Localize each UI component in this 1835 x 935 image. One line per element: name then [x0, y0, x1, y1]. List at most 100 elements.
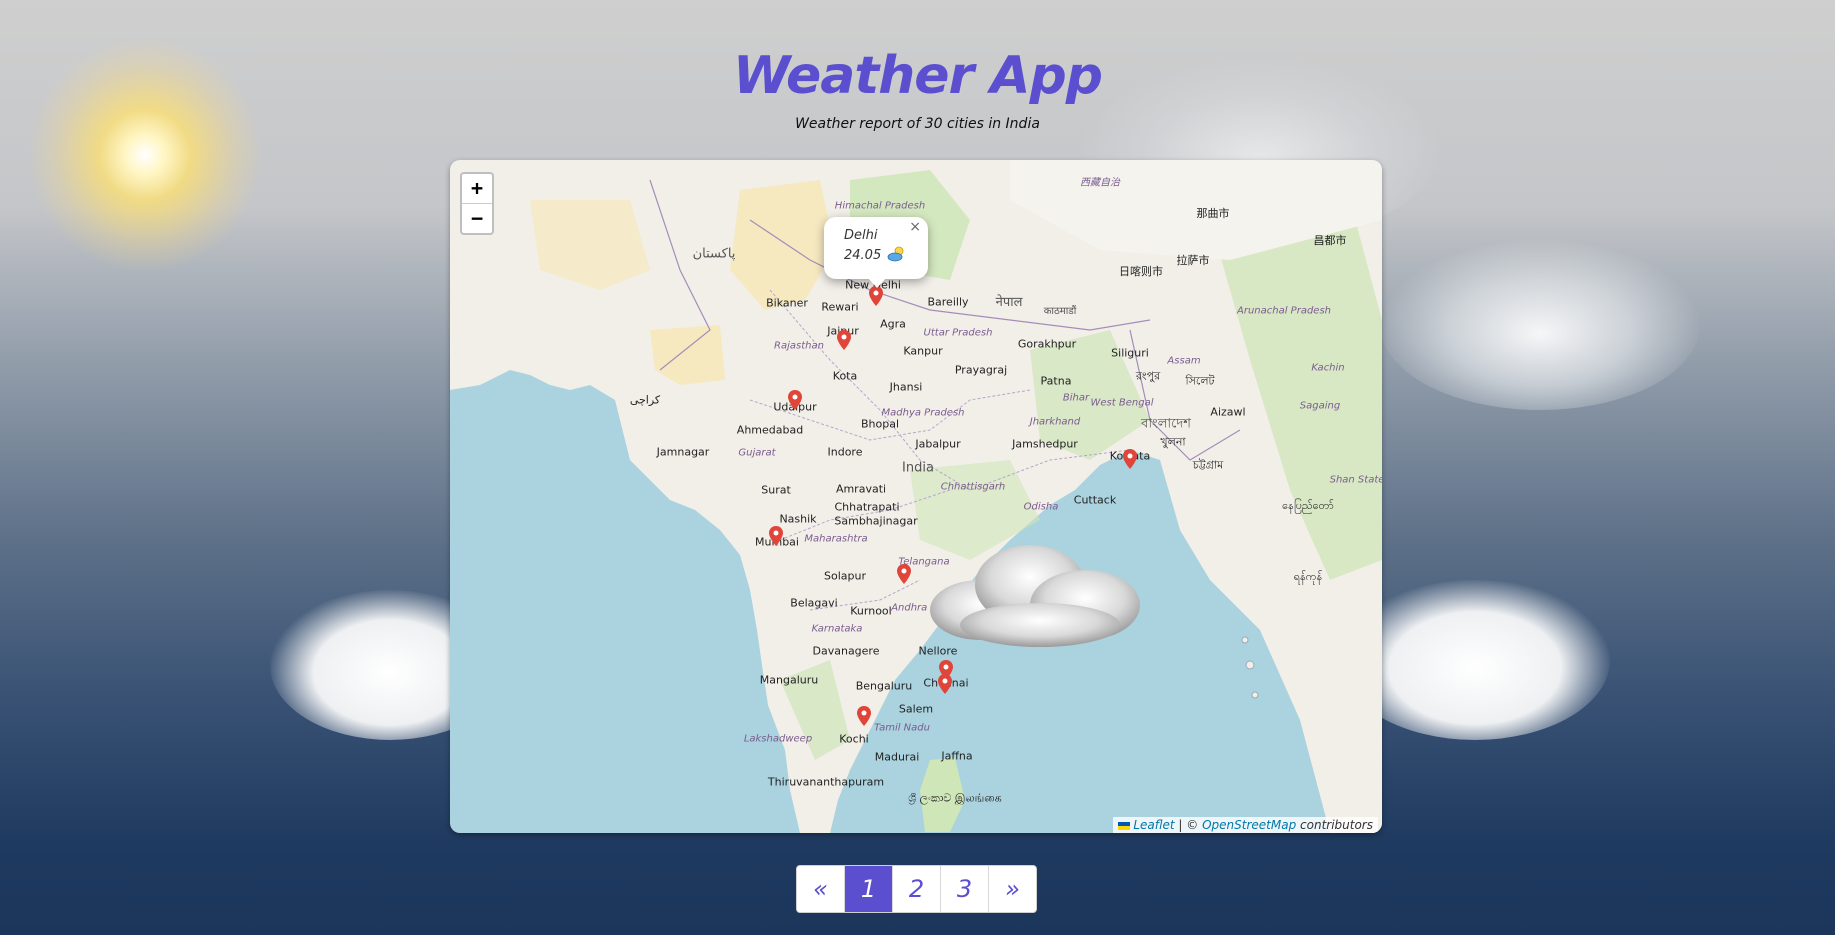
popup-temperature-value: 24.05: [844, 248, 882, 263]
map-label-amravati: Amravati: [835, 482, 887, 496]
map-label-davanagere: Davanagere: [812, 644, 880, 658]
map-region-kachin: Kachin: [1311, 362, 1345, 374]
popup-city-name: Delhi: [844, 228, 878, 243]
map-region-himachal: Himachal Pradesh: [834, 200, 926, 212]
marker-udaipur[interactable]: [788, 390, 802, 410]
attribution-separator: | ©: [1174, 818, 1203, 832]
map-label-naypyidaw: နေပြည်တော်: [1282, 499, 1334, 512]
map-label-kathmandu: काठमाडौं: [1043, 306, 1077, 317]
marker-kolkata[interactable]: [1123, 449, 1137, 469]
map-label-kanpur: Kanpur: [903, 344, 943, 358]
map-label-jaffna: Jaffna: [941, 749, 973, 763]
map-label-chamdo: 昌都市: [1313, 234, 1347, 247]
page-title: Weather App: [733, 46, 1103, 106]
marker-chennai-2[interactable]: [938, 674, 952, 694]
pagination-next-button[interactable]: »: [989, 866, 1036, 912]
page-subtitle: Weather report of 30 cities in India: [795, 116, 1040, 132]
map-region-odisha: Odisha: [1023, 501, 1059, 513]
map-label-pakistan: پاکستان: [692, 246, 736, 262]
map-label-kurnool: Kurnool: [850, 604, 892, 618]
map-label-lhasa: 拉萨市: [1176, 254, 1210, 267]
map-region-uttar-pradesh: Uttar Pradesh: [923, 327, 993, 339]
map-label-salem: Salem: [898, 702, 934, 716]
map-label-patna: Patna: [1040, 374, 1072, 388]
map-label-sambhajinagar: Sambhajinagar: [834, 514, 918, 528]
map-label-kochi: Kochi: [839, 732, 869, 746]
map-label-sri-lanka: ශ්‍රී ලංකාව இலங்கை: [908, 791, 1002, 805]
openstreetmap-link[interactable]: OpenStreetMap: [1202, 818, 1296, 832]
popup-temperature: 24.05: [844, 246, 905, 263]
map-label-cuttack: Cuttack: [1073, 493, 1117, 507]
map-label-chhatrapati: Chhatrapati: [834, 500, 900, 514]
map-label-ahmedabad: Ahmedabad: [736, 423, 804, 437]
map-label-rewari: Rewari: [821, 300, 859, 314]
city-popup: × Delhi 24.05: [824, 217, 928, 288]
map-label-bareilly: Bareilly: [927, 295, 969, 309]
ukraine-flag-icon: [1118, 821, 1131, 830]
map-label-jamshedpur: Jamshedpur: [1012, 437, 1078, 451]
map-label-india: India: [902, 460, 934, 476]
zoom-in-button[interactable]: +: [462, 174, 492, 204]
map-label-gorakhpur: Gorakhpur: [1017, 337, 1077, 351]
map-label-yangon: ရန်ကုန်: [1293, 570, 1323, 583]
pagination: « 1 2 3 »: [796, 865, 1037, 913]
map-label-aizawl: Aizawl: [1210, 405, 1246, 419]
map-label-nashik: Nashik: [779, 512, 817, 526]
zoom-out-button[interactable]: −: [462, 204, 492, 233]
zoom-control: + −: [460, 172, 494, 235]
attribution-suffix: contributors: [1296, 818, 1373, 832]
map-label-rangpur: রংপুর: [1135, 369, 1161, 383]
map-label-tibet: 西藏自治: [1080, 177, 1120, 189]
map-label-bengaluru: Bengaluru: [855, 679, 913, 693]
background-cloud-right-top: [1380, 240, 1700, 410]
map-label-karachi: کراچی: [629, 393, 661, 407]
map-region-karnataka: Karnataka: [811, 623, 863, 635]
map-region-assam: Assam: [1167, 355, 1201, 367]
map-label-khulna: খুলনা: [1160, 435, 1186, 449]
map-label-agra: Agra: [880, 317, 906, 331]
pagination-page-2[interactable]: 2: [893, 866, 941, 912]
map-label-prayagraj: Prayagraj: [954, 363, 1008, 377]
popup-close-button[interactable]: ×: [909, 219, 921, 235]
map-label-chattogram: চট্টগ্রাম: [1192, 458, 1224, 472]
pagination-page-3[interactable]: 3: [941, 866, 989, 912]
map-region-lakshadweep: Lakshadweep: [743, 733, 813, 745]
map-label-sylhet: সিলেট: [1185, 374, 1215, 388]
leaflet-link[interactable]: Leaflet: [1133, 818, 1174, 832]
map-label-bhopal: Bhopal: [860, 417, 900, 431]
pagination-page-1[interactable]: 1: [845, 866, 893, 912]
map-label-siliguri: Siliguri: [1111, 346, 1149, 360]
map-label-bangladesh: বাংলাদেশ: [1141, 416, 1191, 432]
map-label-nepal: नेपाल: [995, 295, 1023, 310]
page-header: Weather App Weather report of 30 cities …: [0, 46, 1835, 132]
map-region-rajasthan: Rajasthan: [774, 340, 824, 352]
map-label-nagqu: 那曲市: [1196, 207, 1230, 220]
map-attribution: Leaflet | © OpenStreetMap contributors: [1113, 817, 1378, 833]
map-region-maharashtra: Maharashtra: [804, 533, 868, 545]
marker-hyderabad[interactable]: [897, 564, 911, 584]
map-label-jabalpur: Jabalpur: [915, 437, 961, 451]
map-region-bihar: Bihar: [1062, 392, 1090, 404]
map-label-kota: Kota: [832, 369, 858, 383]
marker-kochi[interactable]: [857, 706, 871, 726]
map-region-west-bengal: West Bengal: [1090, 397, 1154, 409]
map-label-mangaluru: Mangaluru: [759, 673, 819, 687]
map-region-tamil-nadu: Tamil Nadu: [874, 722, 930, 734]
map-label-jhansi: Jhansi: [889, 380, 923, 394]
map-label-solapur: Solapur: [824, 569, 866, 583]
map-region-gujarat: Gujarat: [738, 447, 776, 459]
map-region-chhattisgarh: Chhattisgarh: [940, 481, 1006, 493]
map-label-jamnagar: Jamnagar: [656, 445, 710, 459]
map-region-shan: Shan State: [1329, 474, 1382, 486]
map-label-surat: Surat: [761, 483, 791, 497]
map-region-arunachal: Arunachal Pradesh: [1237, 305, 1331, 317]
map-label-bikaner: Bikaner: [766, 296, 808, 310]
map-label-thiruvananthapuram: Thiruvananthapuram: [767, 775, 885, 789]
map-label-madurai: Madurai: [874, 750, 920, 764]
marker-delhi[interactable]: [869, 286, 883, 306]
marker-jaipur[interactable]: [837, 330, 851, 350]
weather-map[interactable]: + − New Delhi Rewari Agra Jaipur Kota Ba…: [450, 160, 1382, 833]
map-label-indore: Indore: [827, 445, 863, 459]
pagination-prev-button[interactable]: «: [797, 866, 845, 912]
marker-mumbai[interactable]: [769, 526, 783, 546]
